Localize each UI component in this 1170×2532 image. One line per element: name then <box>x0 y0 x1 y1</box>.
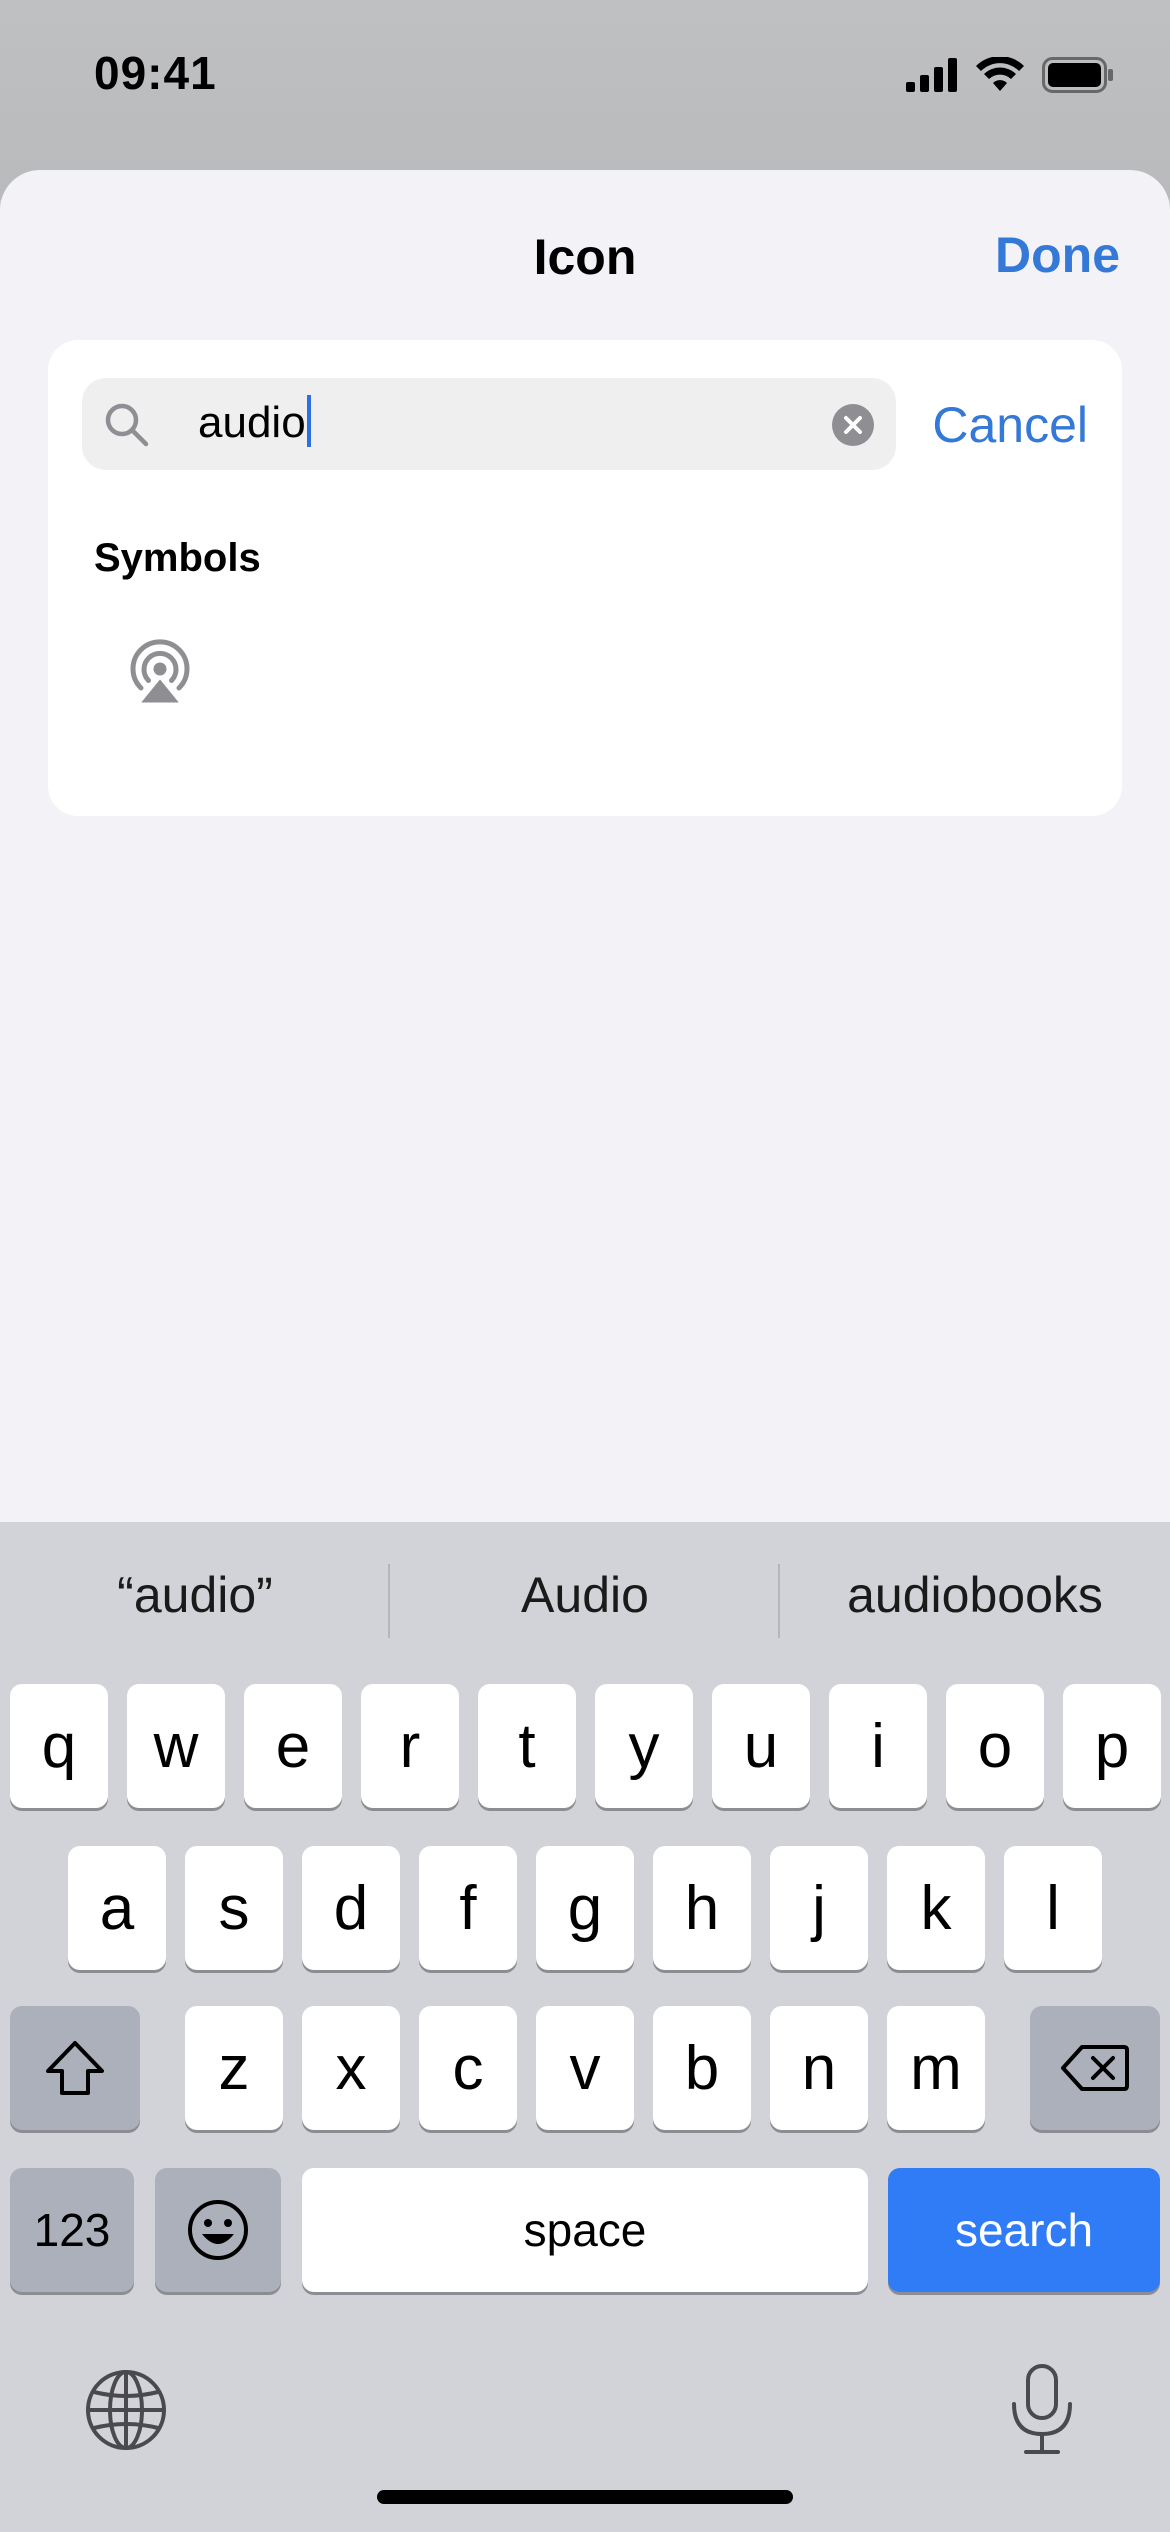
globe-icon[interactable] <box>84 2368 168 2452</box>
key-a[interactable]: a <box>68 1846 166 1970</box>
key-p[interactable]: p <box>1063 1684 1161 1808</box>
clear-x-icon <box>844 416 862 434</box>
backspace-icon <box>1061 2045 1129 2091</box>
search-icon <box>105 403 149 447</box>
suggestion-2[interactable]: Audio <box>390 1566 780 1624</box>
key-r[interactable]: r <box>361 1684 459 1808</box>
search-query-text: audio <box>198 398 306 447</box>
key-g[interactable]: g <box>536 1846 634 1970</box>
key-b[interactable]: b <box>653 2006 751 2130</box>
numbers-key[interactable]: 123 <box>10 2168 134 2292</box>
microphone-icon[interactable] <box>1006 2362 1078 2458</box>
key-o[interactable]: o <box>946 1684 1044 1808</box>
wifi-icon <box>976 57 1024 91</box>
suggestion-3[interactable]: audiobooks <box>780 1566 1170 1624</box>
cellular-signal-icon <box>906 58 957 92</box>
keyboard: “audio” Audio audiobooks q w e r t y u i… <box>0 1522 1170 2532</box>
search-field[interactable]: audio <box>82 378 896 470</box>
key-t[interactable]: t <box>478 1684 576 1808</box>
space-key[interactable]: space <box>302 2168 868 2292</box>
key-s[interactable]: s <box>185 1846 283 1970</box>
key-x[interactable]: x <box>302 2006 400 2130</box>
key-n[interactable]: n <box>770 2006 868 2130</box>
key-k[interactable]: k <box>887 1846 985 1970</box>
key-y[interactable]: y <box>595 1684 693 1808</box>
backspace-key[interactable] <box>1030 2006 1160 2130</box>
key-f[interactable]: f <box>419 1846 517 1970</box>
shift-key[interactable] <box>10 2006 140 2130</box>
status-bar: 09:41 <box>0 0 1170 150</box>
key-m[interactable]: m <box>887 2006 985 2130</box>
key-u[interactable]: u <box>712 1684 810 1808</box>
emoji-face-icon <box>188 2200 248 2260</box>
key-e[interactable]: e <box>244 1684 342 1808</box>
key-z[interactable]: z <box>185 2006 283 2130</box>
key-v[interactable]: v <box>536 2006 634 2130</box>
done-button[interactable]: Done <box>995 226 1120 284</box>
search-results-card: audio Cancel Symbols <box>48 340 1122 816</box>
shift-arrow-icon <box>46 2041 104 2095</box>
clear-search-button[interactable] <box>832 404 874 446</box>
key-q[interactable]: q <box>10 1684 108 1808</box>
status-time: 09:41 <box>94 47 217 99</box>
key-j[interactable]: j <box>770 1846 868 1970</box>
suggestion-1[interactable]: “audio” <box>0 1566 390 1624</box>
search-input-value[interactable]: audio <box>198 395 311 451</box>
cancel-button[interactable]: Cancel <box>932 396 1088 454</box>
home-indicator <box>377 2490 793 2504</box>
key-d[interactable]: d <box>302 1846 400 1970</box>
symbol-result-airplay-audio[interactable] <box>120 630 200 710</box>
search-key[interactable]: search <box>888 2168 1160 2292</box>
symbols-section-title: Symbols <box>94 536 261 580</box>
key-l[interactable]: l <box>1004 1846 1102 1970</box>
battery-icon <box>1042 57 1113 93</box>
status-icons <box>906 50 1114 100</box>
emoji-key[interactable] <box>155 2168 281 2292</box>
airplay-audio-icon <box>130 639 190 706</box>
key-w[interactable]: w <box>127 1684 225 1808</box>
key-i[interactable]: i <box>829 1684 927 1808</box>
icon-picker-sheet: Icon Done audio Cancel Symbols <box>0 170 1170 1526</box>
key-h[interactable]: h <box>653 1846 751 1970</box>
predictive-suggestions-bar: “audio” Audio audiobooks <box>0 1522 1170 1678</box>
key-c[interactable]: c <box>419 2006 517 2130</box>
text-cursor <box>306 395 311 448</box>
